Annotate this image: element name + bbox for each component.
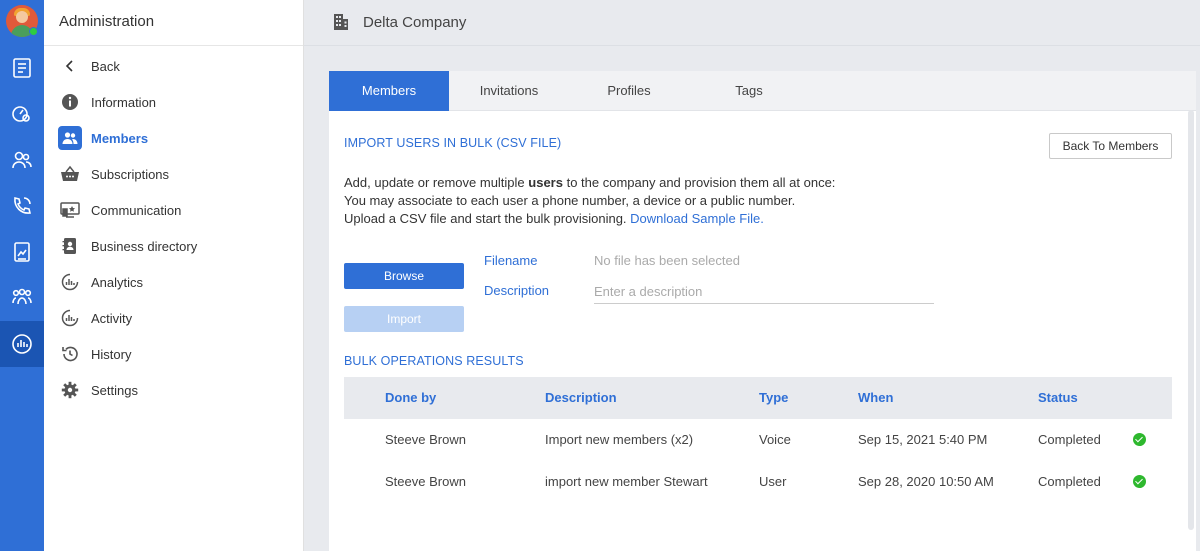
sidebar-item-business-directory[interactable]: Business directory (58, 231, 197, 261)
filename-value: No file has been selected (594, 253, 740, 268)
directory-icon (58, 234, 82, 258)
communication-icon (58, 198, 82, 222)
cell-when: Sep 28, 2020 10:50 AM (858, 474, 994, 489)
info-icon (58, 90, 82, 114)
sidebar-item-settings[interactable]: Settings (58, 375, 138, 405)
check-circle-icon (1133, 433, 1146, 446)
activity-icon (58, 306, 82, 330)
rail-dashboard-icon[interactable] (0, 91, 44, 137)
browse-button[interactable]: Browse (344, 263, 464, 289)
sidebar-item-label: Back (91, 58, 120, 74)
members-card: Members Invitations Profiles Tags IMPORT… (329, 71, 1196, 551)
online-status-dot (29, 27, 38, 36)
sidebar-item-label: Information (91, 94, 157, 110)
description-input[interactable] (594, 279, 934, 304)
building-icon (332, 13, 350, 34)
sidebar-item-label: Settings (91, 382, 138, 398)
column-type[interactable]: Type (759, 390, 788, 405)
rail-news-icon[interactable] (0, 45, 44, 91)
app-rail (0, 0, 44, 551)
sidebar-title: Administration (44, 0, 303, 46)
tab-members[interactable]: Members (329, 71, 449, 111)
sidebar-item-back[interactable]: Back (58, 51, 120, 81)
analytics-icon (58, 270, 82, 294)
sidebar-item-label: Activity (91, 310, 133, 326)
column-done-by[interactable]: Done by (385, 390, 436, 405)
tab-invitations[interactable]: Invitations (449, 71, 569, 111)
cell-status: Completed (1038, 474, 1101, 489)
page-header: Delta Company (304, 0, 1200, 46)
sidebar-item-label: Business directory (91, 238, 198, 254)
table-row[interactable]: Steeve Brown Import new members (x2) Voi… (344, 419, 1172, 461)
cell-done-by: Steeve Brown (385, 432, 466, 447)
cell-type: Voice (759, 432, 791, 447)
column-status[interactable]: Status (1038, 390, 1078, 405)
sidebar-item-activity[interactable]: Activity (58, 303, 132, 333)
table-row[interactable]: Steeve Brown import new member Stewart U… (344, 461, 1172, 503)
rail-admin-icon[interactable] (0, 321, 44, 367)
rail-contacts-icon[interactable] (0, 137, 44, 183)
basket-icon (58, 162, 82, 186)
check-circle-icon (1133, 475, 1146, 488)
import-button[interactable]: Import (344, 306, 464, 332)
sidebar-item-history[interactable]: History (58, 339, 131, 369)
back-to-members-button[interactable]: Back To Members (1049, 133, 1172, 159)
cell-done-by: Steeve Brown (385, 474, 466, 489)
sidebar-item-information[interactable]: Information (58, 87, 156, 117)
sidebar-item-subscriptions[interactable]: Subscriptions (58, 159, 169, 189)
download-sample-link[interactable]: Download Sample File. (630, 211, 764, 226)
history-icon (58, 342, 82, 366)
tab-profiles[interactable]: Profiles (569, 71, 689, 111)
users-emphasis: users (528, 175, 563, 190)
results-section-title: BULK OPERATIONS RESULTS (344, 354, 524, 368)
admin-sidebar: Administration Back Information Members … (44, 0, 304, 551)
description-label: Description (484, 283, 550, 298)
tab-bar: Members Invitations Profiles Tags (329, 71, 1196, 111)
chevron-left-icon (58, 54, 82, 78)
results-table-header: Done by Description Type When Status (344, 377, 1172, 419)
rail-phone-icon[interactable] (0, 183, 44, 229)
cell-when: Sep 15, 2021 5:40 PM (858, 432, 988, 447)
cell-description: Import new members (x2) (545, 432, 694, 447)
sidebar-item-analytics[interactable]: Analytics (58, 267, 143, 297)
scrollbar[interactable] (1188, 110, 1194, 530)
cell-type: User (759, 474, 787, 489)
page-title: Delta Company (363, 14, 467, 31)
import-section-title: IMPORT USERS IN BULK (CSV FILE) (344, 136, 562, 150)
tab-tags[interactable]: Tags (689, 71, 809, 111)
sidebar-item-communication[interactable]: Communication (58, 195, 181, 225)
rail-reports-icon[interactable] (0, 229, 44, 275)
sidebar-item-label: Analytics (91, 274, 144, 290)
column-description[interactable]: Description (545, 390, 617, 405)
import-description: Add, update or remove multiple users to … (344, 175, 836, 226)
gear-icon (58, 378, 82, 402)
members-icon (58, 126, 82, 150)
cell-description: import new member Stewart (545, 474, 708, 489)
cell-status: Completed (1038, 432, 1101, 447)
rail-team-icon[interactable] (0, 275, 44, 321)
sidebar-item-label: Members (91, 130, 149, 146)
sidebar-item-members[interactable]: Members (58, 123, 148, 153)
sidebar-item-label: Subscriptions (91, 166, 170, 182)
sidebar-item-label: History (91, 346, 132, 362)
filename-label: Filename (484, 253, 538, 268)
sidebar-item-label: Communication (91, 202, 182, 218)
column-when[interactable]: When (858, 390, 893, 405)
